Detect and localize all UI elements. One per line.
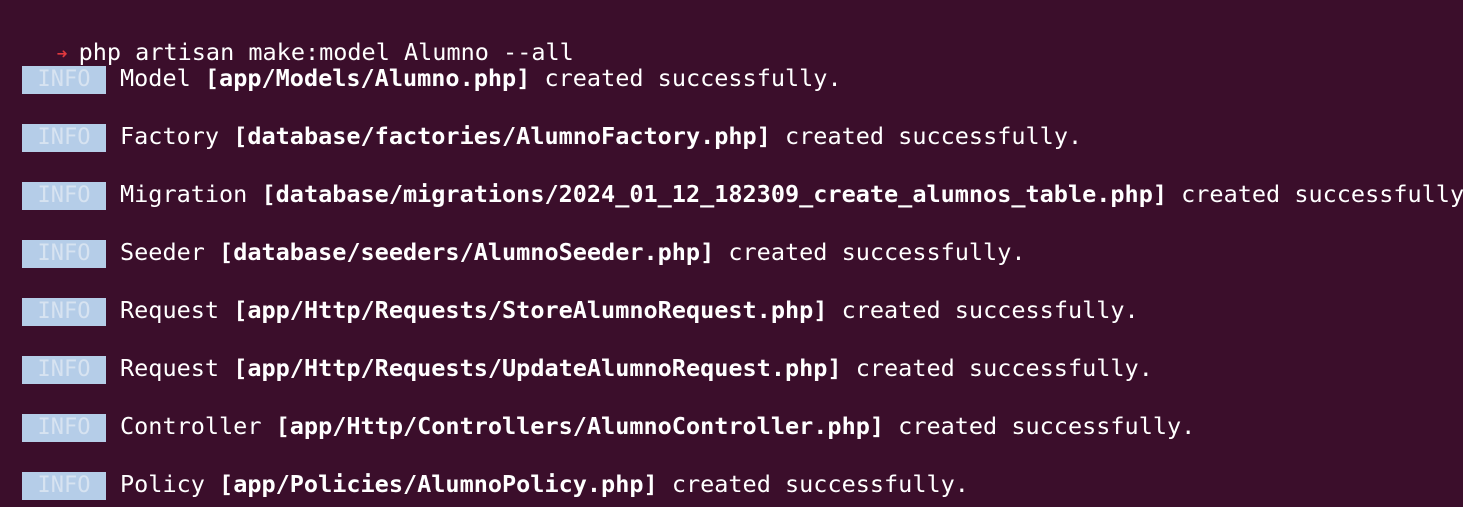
artifact-path: [app/Http/Requests/UpdateAlumnoRequest.p… xyxy=(233,354,842,382)
artifact-type: Model xyxy=(120,64,191,92)
output-line: INFO Controller [app/Http/Controllers/Alu… xyxy=(22,410,1195,442)
artifact-path: [database/seeders/AlumnoSeeder.php] xyxy=(219,238,715,266)
artifact-type: Seeder xyxy=(120,238,205,266)
artifact-type: Request xyxy=(120,296,220,324)
status-message: created successfully. xyxy=(1181,180,1463,208)
prompt-line: ➜ php artisan make:model Alumno --all xyxy=(0,4,574,66)
info-badge: INFO xyxy=(22,355,106,384)
artifact-type: Controller xyxy=(120,412,262,440)
artifact-type: Migration xyxy=(120,180,248,208)
status-message: created successfully. xyxy=(855,354,1153,382)
output-line: INFO Policy [app/Policies/AlumnoPolicy.ph… xyxy=(22,468,969,500)
output-line: INFO Model [app/Models/Alumno.php] create… xyxy=(22,62,842,94)
output-line: INFO Migration [database/migrations/2024_… xyxy=(22,178,1463,210)
output-line: INFO Request [app/Http/Requests/StoreAlum… xyxy=(22,294,1139,326)
info-badge: INFO xyxy=(22,413,106,442)
status-message: created successfully. xyxy=(841,296,1139,324)
status-message: created successfully. xyxy=(898,412,1196,440)
artifact-type: Request xyxy=(120,354,220,382)
status-message: created successfully. xyxy=(544,64,842,92)
status-message: created successfully. xyxy=(728,238,1026,266)
info-badge: INFO xyxy=(22,471,106,500)
artifact-path: [app/Policies/AlumnoPolicy.php] xyxy=(219,470,658,498)
status-message: created successfully. xyxy=(671,470,969,498)
artifact-path: [app/Http/Controllers/AlumnoController.p… xyxy=(275,412,885,440)
artifact-path: [app/Http/Requests/StoreAlumnoRequest.ph… xyxy=(233,296,828,324)
artifact-type: Policy xyxy=(120,470,205,498)
output-line: INFO Factory [database/factories/AlumnoFa… xyxy=(22,120,1082,152)
artifact-path: [database/factories/AlumnoFactory.php] xyxy=(233,122,771,150)
output-line: INFO Request [app/Http/Requests/UpdateAlu… xyxy=(22,352,1153,384)
info-badge: INFO xyxy=(22,239,106,268)
info-badge: INFO xyxy=(22,65,106,94)
info-badge: INFO xyxy=(22,181,106,210)
artifact-path: [database/migrations/2024_01_12_182309_c… xyxy=(261,180,1167,208)
terminal-window[interactable]: ➜ php artisan make:model Alumno --all INF… xyxy=(0,0,1463,507)
status-message: created successfully. xyxy=(785,122,1083,150)
output-line: INFO Seeder [database/seeders/AlumnoSeede… xyxy=(22,236,1026,268)
info-badge: INFO xyxy=(22,123,106,152)
artifact-path: [app/Models/Alumno.php] xyxy=(204,64,531,92)
artifact-type: Factory xyxy=(120,122,220,150)
info-badge: INFO xyxy=(22,297,106,326)
